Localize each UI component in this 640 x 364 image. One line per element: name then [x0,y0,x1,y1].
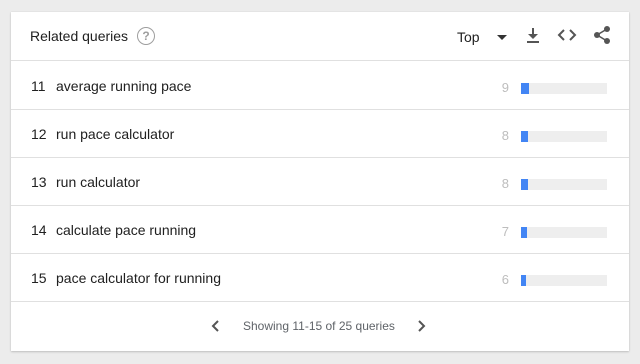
chevron-right-icon[interactable] [415,319,427,333]
query-rank: 13 [31,174,47,190]
query-text[interactable]: pace calculator for running [56,270,221,286]
query-row[interactable]: 12 run pace calculator 8 [11,109,629,158]
bar-fill [521,275,526,286]
related-queries-card: Related queries ? Top 11 average running… [11,12,629,351]
query-row[interactable]: 13 run calculator 8 [11,157,629,206]
bar-track [521,131,607,142]
pagination: Showing 11-15 of 25 queries [11,302,629,351]
query-rank: 14 [31,222,47,238]
query-value: 8 [501,128,509,143]
query-text[interactable]: run calculator [56,174,140,190]
bar-fill [521,83,529,94]
embed-code-icon[interactable] [557,25,577,45]
query-value: 7 [501,224,509,239]
query-rank: 11 [31,78,46,94]
bar-fill [521,179,528,190]
chevron-left-icon[interactable] [210,319,222,333]
pagination-text: Showing 11-15 of 25 queries [243,319,395,333]
bar-fill [521,227,527,238]
bar-track [521,275,607,286]
bar-fill [521,131,528,142]
card-title: Related queries [30,28,129,44]
query-text[interactable]: run pace calculator [56,126,174,142]
bar-track [521,83,607,94]
sort-select[interactable]: Top [457,28,507,46]
caret-down-icon [496,34,507,40]
query-rank: 15 [31,270,47,286]
share-icon[interactable] [592,25,612,45]
query-value: 9 [501,80,509,95]
query-value: 6 [501,272,509,287]
query-row[interactable]: 14 calculate pace running 7 [11,205,629,254]
query-row[interactable]: 11 average running pace 9 [11,61,629,110]
query-text[interactable]: calculate pace running [56,222,196,238]
bar-track [521,179,607,190]
query-text[interactable]: average running pace [56,78,191,94]
download-icon[interactable] [523,25,543,45]
sort-select-value: Top [457,29,480,45]
query-rank: 12 [31,126,47,142]
help-circle-icon[interactable]: ? [137,27,155,45]
card-header: Related queries ? Top [11,12,629,61]
query-value: 8 [501,176,509,191]
bar-track [521,227,607,238]
query-row[interactable]: 15 pace calculator for running 6 [11,253,629,302]
